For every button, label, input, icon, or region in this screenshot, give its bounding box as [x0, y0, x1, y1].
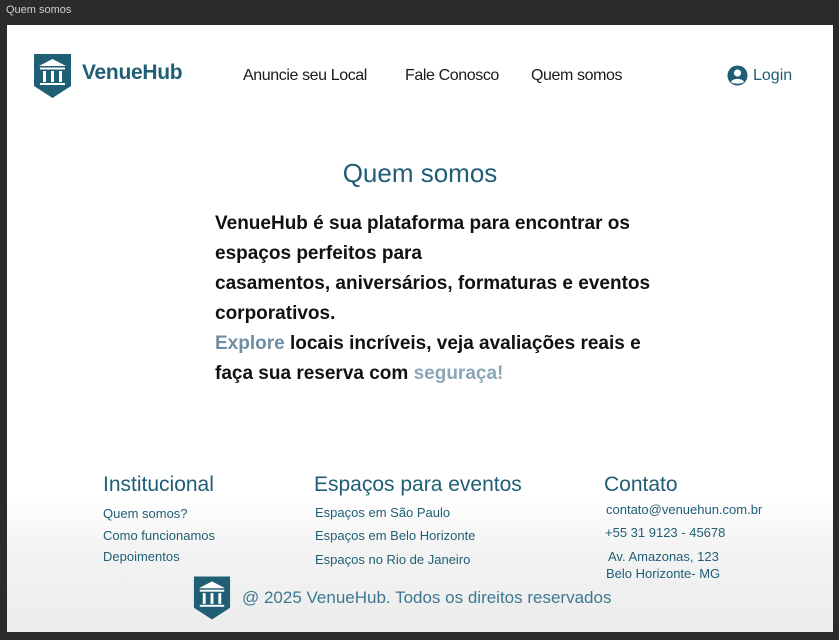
about-paragraph-3: Explore locais incríveis, veja avaliaçõe…: [215, 329, 665, 389]
contact-address-city: Belo Horizonte- MG: [606, 566, 721, 581]
nav-fale-conosco[interactable]: Fale Conosco: [405, 67, 499, 85]
copyright-text: @ 2025 VenueHub. Todos os direitos reser…: [242, 588, 612, 607]
seguranca-highlight: seguraça!: [413, 363, 504, 384]
about-text: VenueHub é sua plataforma para encontrar…: [215, 209, 665, 389]
explore-highlight: Explore: [215, 333, 285, 354]
about-paragraph-1: VenueHub é sua plataforma para encontrar…: [215, 213, 630, 264]
page-title: Quem somos: [342, 158, 498, 188]
footer-heading-institucional: Institucional: [103, 473, 214, 496]
footer-heading-contato: Contato: [604, 473, 678, 496]
footer-link-rio-de-janeiro[interactable]: Espaços no Rio de Janeiro: [315, 552, 470, 567]
footer-link-depoimentos[interactable]: Depoimentos: [103, 549, 180, 564]
nav-quem-somos[interactable]: Quem somos: [531, 67, 623, 85]
contact-phone: +55 31 9123 - 45678: [605, 525, 726, 540]
museum-shield-icon[interactable]: [32, 52, 73, 100]
contact-email[interactable]: contato@venuehun.com.br: [606, 502, 762, 517]
about-paragraph-2: casamentos, aniversários, formaturas e e…: [215, 273, 651, 324]
window-title: Quem somos: [6, 4, 72, 16]
contact-address-street: Av. Amazonas, 123: [608, 549, 719, 564]
brand-name[interactable]: VenueHub: [82, 61, 183, 85]
footer-museum-shield-icon: [193, 576, 231, 620]
footer-link-como-funcionamos[interactable]: Como funcionamos: [103, 528, 215, 543]
user-circle-icon: [727, 65, 748, 86]
page: VenueHub Anuncie seu Local Fale Conosco …: [7, 25, 833, 632]
footer-link-belo-horizonte[interactable]: Espaços em Belo Horizonte: [315, 528, 475, 543]
footer-link-sao-paulo[interactable]: Espaços em São Paulo: [315, 505, 450, 520]
footer-link-quem-somos[interactable]: Quem somos?: [103, 506, 188, 521]
login-button[interactable]: Login: [727, 65, 792, 86]
login-label: Login: [753, 66, 793, 84]
nav-anuncie-seu-local[interactable]: Anuncie seu Local: [243, 67, 367, 85]
footer-heading-espacos: Espaços para eventos: [314, 473, 522, 496]
